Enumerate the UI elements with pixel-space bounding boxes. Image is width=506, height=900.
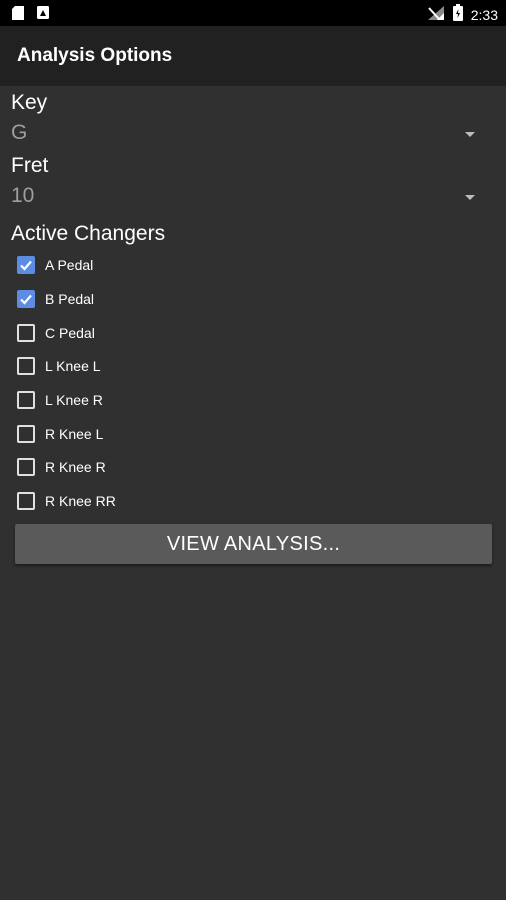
- checkbox-c-pedal[interactable]: C Pedal: [17, 320, 317, 346]
- fret-value: 10: [11, 184, 35, 207]
- notification-icon: [37, 6, 49, 25]
- checkbox-icon[interactable]: [17, 492, 35, 510]
- checkbox-icon[interactable]: [17, 256, 35, 274]
- checkbox-b-pedal[interactable]: B Pedal: [17, 286, 317, 312]
- status-time: 2:33: [470, 7, 498, 23]
- checkbox-label: C Pedal: [45, 325, 95, 341]
- dropdown-arrow-icon: [465, 132, 475, 137]
- checkbox-label: L Knee L: [45, 358, 101, 374]
- checkbox-label: A Pedal: [45, 257, 94, 273]
- dropdown-arrow-icon: [465, 195, 475, 200]
- signal-icon: [427, 5, 445, 26]
- key-label: Key: [11, 91, 48, 114]
- checkbox-icon[interactable]: [17, 425, 35, 443]
- fret-spinner[interactable]: 10: [0, 184, 506, 214]
- checkbox-r-knee-r[interactable]: R Knee R: [17, 454, 317, 480]
- checkbox-label: R Knee R: [45, 459, 106, 475]
- checkbox-label: R Knee L: [45, 426, 104, 442]
- checkbox-icon[interactable]: [17, 357, 35, 375]
- app-bar: Analysis Options: [0, 26, 506, 86]
- sd-card-icon: [12, 6, 24, 25]
- page-title: Analysis Options: [17, 45, 173, 66]
- checkbox-a-pedal[interactable]: A Pedal: [17, 252, 317, 278]
- key-value: G: [11, 121, 28, 144]
- checkbox-l-knee-r[interactable]: L Knee R: [17, 387, 317, 413]
- key-spinner[interactable]: G: [0, 121, 506, 151]
- checkbox-icon[interactable]: [17, 324, 35, 342]
- checkbox-r-knee-l[interactable]: R Knee L: [17, 421, 317, 447]
- active-changers-label: Active Changers: [11, 222, 166, 245]
- checkbox-r-knee-rr[interactable]: R Knee RR: [17, 488, 317, 514]
- checkbox-icon[interactable]: [17, 458, 35, 476]
- fret-label: Fret: [11, 154, 49, 177]
- checkbox-label: L Knee R: [45, 392, 103, 408]
- view-analysis-button[interactable]: VIEW ANALYSIS...: [15, 524, 492, 564]
- checkbox-l-knee-l[interactable]: L Knee L: [17, 353, 317, 379]
- checkbox-icon[interactable]: [17, 391, 35, 409]
- checkbox-label: B Pedal: [45, 291, 95, 307]
- battery-icon: [452, 4, 463, 26]
- checkbox-icon[interactable]: [17, 290, 35, 308]
- checkbox-label: R Knee RR: [45, 493, 116, 509]
- status-bar: 2:33: [0, 0, 506, 26]
